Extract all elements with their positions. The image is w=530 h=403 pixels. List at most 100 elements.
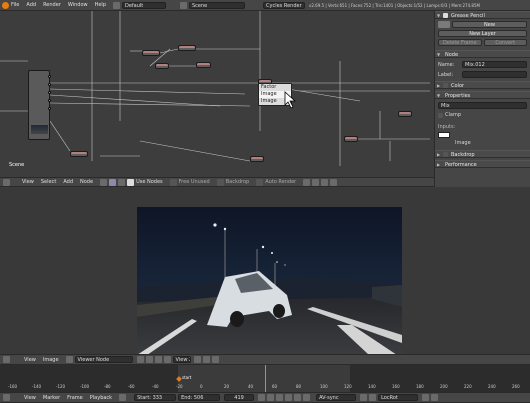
snap-icon[interactable] [303, 178, 311, 186]
menu-add[interactable]: Add [63, 179, 73, 185]
texture-tree-icon[interactable] [118, 178, 126, 186]
editor-type-icon[interactable] [3, 394, 10, 401]
node-socket[interactable] [48, 99, 51, 102]
menu-frame[interactable]: Frame [67, 395, 83, 401]
delete-keyframe-icon[interactable] [431, 394, 439, 401]
blend-type-select[interactable]: Mix [438, 102, 527, 109]
snap-mode-icon[interactable] [312, 178, 320, 186]
mask-icon[interactable] [154, 356, 162, 363]
sync-mode-select[interactable]: AV-sync [316, 394, 357, 401]
tick-label: 80 [296, 384, 302, 389]
menu-window[interactable]: Window [68, 2, 88, 8]
new-layer-button[interactable]: New Layer [438, 30, 527, 37]
jump-end-icon[interactable] [303, 394, 311, 401]
clamp-checkbox[interactable] [438, 112, 443, 118]
play-reverse-icon[interactable] [276, 394, 284, 401]
node-socket[interactable] [48, 107, 51, 110]
node-editor[interactable]: Factor Image Image Scene [0, 11, 434, 177]
menu-add[interactable]: Add [26, 2, 36, 8]
free-unused-checkbox[interactable] [169, 178, 177, 186]
menu-select[interactable]: Select [41, 179, 56, 185]
editor-type-icon[interactable] [3, 178, 10, 186]
keying-set-select[interactable]: LocRot [378, 394, 419, 401]
mix-node[interactable] [178, 45, 196, 51]
render-slot-icon[interactable] [193, 356, 201, 363]
auto-render-checkbox[interactable] [256, 178, 264, 186]
backdrop-panel-header[interactable]: Backdrop [435, 150, 530, 159]
mix-node[interactable] [70, 151, 88, 157]
pencil-icon[interactable] [438, 21, 450, 28]
performance-panel-header[interactable]: Performance [435, 160, 530, 169]
node-socket[interactable] [48, 75, 51, 78]
end-frame-field[interactable]: End: 506 [178, 394, 221, 401]
convert-button[interactable]: Convert [483, 39, 527, 46]
image-options-icon[interactable] [211, 356, 219, 363]
image-browse-icon[interactable] [65, 356, 73, 363]
paste-icon[interactable] [330, 178, 338, 186]
mix-node[interactable] [398, 111, 412, 117]
menu-render[interactable]: Render [43, 2, 61, 8]
menu-help[interactable]: Help [95, 2, 106, 8]
jump-start-icon[interactable] [258, 394, 266, 401]
mix-node[interactable] [196, 62, 211, 68]
compositing-tree-icon[interactable] [109, 178, 117, 186]
prev-keyframe-icon[interactable] [267, 394, 275, 401]
menu-playback[interactable]: Playback [90, 395, 112, 401]
popup-item-factor[interactable]: Factor [259, 84, 291, 91]
menu-node[interactable]: Node [80, 179, 93, 185]
grease-pencil-checkbox[interactable] [443, 13, 448, 18]
screen-layout-select[interactable]: Default [122, 1, 166, 9]
menu-marker[interactable]: Marker [43, 395, 60, 401]
backdrop-checkbox[interactable] [216, 178, 224, 186]
current-frame-field[interactable]: 419 [224, 394, 255, 401]
menu-image[interactable]: Image [43, 357, 59, 363]
mix-node[interactable] [155, 63, 169, 69]
node-panel-header[interactable]: Node [435, 50, 530, 59]
image-input-node[interactable] [28, 70, 50, 140]
node-socket[interactable] [48, 91, 51, 94]
menu-view[interactable]: View [24, 357, 36, 363]
node-editor-header: View Select Add Node Use Nodes Free Unus… [0, 177, 434, 187]
scene-select[interactable]: Scene [189, 1, 245, 9]
image-name-field[interactable]: Viewer Node [74, 356, 133, 363]
copy-icon[interactable] [321, 178, 329, 186]
play-icon[interactable] [285, 394, 293, 401]
color-panel-header[interactable]: Color [435, 81, 530, 90]
render-engine-select[interactable]: Cycles Render [263, 1, 305, 9]
timeline-header: View Marker Frame Playback Start: 333 En… [0, 392, 530, 403]
blender-logo-icon[interactable] [2, 1, 9, 9]
keying-set-icon[interactable] [369, 394, 377, 401]
image-editor[interactable] [0, 188, 530, 355]
use-nodes-checkbox[interactable] [127, 178, 135, 186]
image-pin-icon[interactable] [136, 356, 144, 363]
auto-keying-icon[interactable] [360, 394, 368, 401]
node-socket[interactable] [48, 83, 51, 86]
grease-pencil-panel-header[interactable]: Grease Pencil [435, 11, 530, 20]
tick-label: -40 [152, 384, 159, 389]
display-channels-icon[interactable] [145, 356, 153, 363]
color-checkbox[interactable] [443, 83, 448, 88]
backdrop-panel-checkbox[interactable] [443, 152, 448, 157]
uv-icon[interactable] [163, 356, 171, 363]
start-frame-field[interactable]: Start: 333 [134, 394, 177, 401]
delete-frame-button[interactable]: Delete Frame [438, 39, 482, 46]
mix-node[interactable] [344, 136, 358, 142]
insert-keyframe-icon[interactable] [422, 394, 430, 401]
node-name-field[interactable]: Mix.012 [462, 61, 527, 68]
view-layer-select[interactable]: View 2 [172, 356, 191, 363]
node-label-field[interactable] [462, 71, 527, 78]
preview-range-icon[interactable] [119, 394, 127, 401]
image-settings-icon[interactable] [202, 356, 210, 363]
mix-node[interactable] [250, 156, 264, 162]
next-keyframe-icon[interactable] [294, 394, 302, 401]
grease-pencil-new-button[interactable]: New [452, 21, 527, 28]
image-color-swatch[interactable] [438, 132, 450, 138]
menu-view[interactable]: View [24, 395, 36, 401]
menu-view[interactable]: View [22, 179, 34, 185]
properties-panel-header[interactable]: Properties [435, 91, 530, 100]
menu-file[interactable]: File [11, 2, 19, 8]
mix-node[interactable] [142, 50, 160, 56]
shader-tree-icon[interactable] [100, 178, 108, 186]
timeline[interactable]: start -160 -140 -120 -100 -80 -60 -40 -2… [0, 365, 530, 392]
editor-type-icon[interactable] [3, 356, 10, 363]
